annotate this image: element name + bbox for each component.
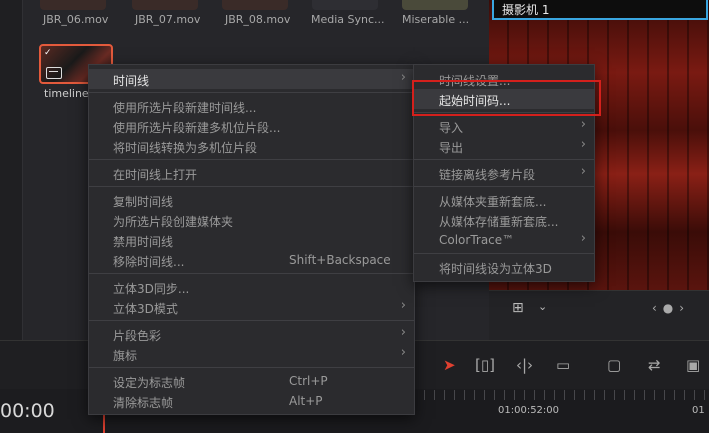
- menu-item-label: 从媒体夹重新套底...: [439, 195, 547, 209]
- menu-separator: [414, 159, 594, 160]
- menu-separator: [89, 367, 414, 368]
- menu-item-open-in-timeline[interactable]: 在时间线上打开: [89, 163, 414, 183]
- selected-clip-label: timeline: [44, 87, 89, 100]
- chevron-right-icon: ›: [400, 345, 406, 360]
- viewer-title: 摄影机 1: [502, 3, 550, 17]
- selected-check-icon: ✓: [44, 48, 52, 58]
- menu-item-shortcut: Ctrl+P: [289, 374, 328, 388]
- clip-label: Media Sync...: [311, 13, 385, 26]
- timeline-icon: [46, 67, 62, 79]
- chevron-right-icon: ›: [580, 117, 586, 132]
- menu-item-label: 在时间线上打开: [113, 168, 198, 182]
- submenu-item-reconform-from-storage[interactable]: 从媒体存储重新套底...: [414, 210, 594, 230]
- menu-item-stereo-mode[interactable]: 立体3D模式 ›: [89, 297, 414, 317]
- timecode-display: 00:00: [0, 400, 55, 422]
- clip-thumbnail[interactable]: [402, 0, 468, 10]
- submenu-item-reconform-from-bins[interactable]: 从媒体夹重新套底...: [414, 190, 594, 210]
- menu-item-set-poster-frame[interactable]: 设定为标志帧 Ctrl+P: [89, 371, 414, 391]
- menu-item-label: 设定为标志帧: [113, 376, 186, 390]
- menu-item-label: 链接离线参考片段: [439, 168, 536, 182]
- menu-item-label: 立体3D模式: [113, 302, 178, 316]
- ruler-label: 01: [692, 405, 705, 416]
- insert-clip-icon[interactable]: ▢: [607, 356, 621, 374]
- menu-separator: [414, 186, 594, 187]
- menu-item-create-bin[interactable]: 为所选片段创建媒体夹: [89, 210, 414, 230]
- replace-clip-icon[interactable]: ▣: [686, 356, 700, 374]
- chevron-right-icon: ›: [400, 298, 406, 313]
- menu-item-label: ColorTrace™: [439, 233, 515, 247]
- menu-item-remove-timeline[interactable]: 移除时间线... Shift+Backspace: [89, 250, 414, 270]
- menu-separator: [414, 253, 594, 254]
- submenu-item-link-offline-reference[interactable]: 链接离线参考片段 ›: [414, 163, 594, 183]
- menu-item-timeline[interactable]: 时间线 ›: [89, 69, 414, 89]
- dynamic-trim-icon[interactable]: ‹|›: [516, 356, 533, 374]
- menu-item-new-multicam[interactable]: 使用所选片段新建多机位片段...: [89, 116, 414, 136]
- menu-item-stereo-sync[interactable]: 立体3D同步...: [89, 277, 414, 297]
- menu-item-label: 将时间线设为立体3D: [439, 262, 552, 276]
- viewer-nav-dots[interactable]: ‹●›: [652, 301, 690, 315]
- clip-thumbnail[interactable]: [132, 0, 198, 10]
- clip-label: JBR_08.mov: [225, 13, 291, 26]
- clip-thumbnail[interactable]: [40, 0, 106, 10]
- trim-edit-icon[interactable]: [▯]: [475, 356, 495, 374]
- menu-item-label: 旗标: [113, 349, 138, 363]
- menu-item-label: 立体3D同步...: [113, 282, 190, 296]
- menu-separator: [89, 92, 414, 93]
- menu-item-convert-multicam[interactable]: 将时间线转换为多机位片段: [89, 136, 414, 156]
- menu-item-new-timeline-from-clips[interactable]: 使用所选片段新建时间线...: [89, 96, 414, 116]
- chevron-right-icon: ›: [400, 325, 406, 340]
- menu-item-clip-color[interactable]: 片段色彩 ›: [89, 324, 414, 344]
- layout-icon[interactable]: ⊞: [512, 300, 530, 316]
- menu-item-label: 片段色彩: [113, 329, 162, 343]
- menu-item-label: 时间线: [113, 74, 150, 88]
- menu-item-label: 导出: [439, 141, 464, 155]
- menu-separator: [89, 273, 414, 274]
- context-menu: 时间线 › 使用所选片段新建时间线... 使用所选片段新建多机位片段... 将时…: [88, 64, 415, 415]
- menu-item-flags[interactable]: 旗标 ›: [89, 344, 414, 364]
- submenu-item-export[interactable]: 导出 ›: [414, 136, 594, 156]
- menu-item-label: 使用所选片段新建时间线...: [113, 101, 257, 115]
- overwrite-clip-icon[interactable]: ⇄: [648, 356, 661, 374]
- clip-label: JBR_07.mov: [135, 13, 201, 26]
- menu-item-duplicate-timeline[interactable]: 复制时间线: [89, 190, 414, 210]
- menu-item-disable-timeline[interactable]: 禁用时间线: [89, 230, 414, 250]
- chevron-right-icon: ›: [580, 231, 586, 246]
- clip-label: Miserable ...: [402, 13, 470, 26]
- menu-separator: [89, 186, 414, 187]
- menu-separator: [89, 320, 414, 321]
- chevron-right-icon: ›: [400, 70, 406, 85]
- chevron-right-icon: ›: [580, 164, 586, 179]
- selection-pointer-icon[interactable]: ➤: [443, 356, 456, 374]
- menu-item-label: 禁用时间线: [113, 235, 174, 249]
- media-pool-sidebar: [0, 0, 23, 340]
- chevron-right-icon: ›: [580, 137, 586, 152]
- menu-item-shortcut: Alt+P: [289, 394, 323, 408]
- menu-item-label: 将时间线转换为多机位片段: [113, 141, 258, 155]
- menu-item-shortcut: Shift+Backspace: [289, 253, 391, 267]
- submenu-item-colortrace[interactable]: ColorTrace™ ›: [414, 230, 594, 250]
- menu-item-label: 从媒体存储重新套底...: [439, 215, 559, 229]
- clip-thumbnail[interactable]: [222, 0, 288, 10]
- highlight-annotation-box: [412, 80, 601, 116]
- submenu-item-set-stereo-3d[interactable]: 将时间线设为立体3D: [414, 257, 594, 277]
- blade-icon[interactable]: ▭: [556, 356, 570, 374]
- clip-thumbnail[interactable]: [312, 0, 378, 10]
- menu-item-label: 复制时间线: [113, 195, 174, 209]
- clip-label: JBR_06.mov: [43, 13, 109, 26]
- menu-separator: [89, 159, 414, 160]
- menu-item-label: 使用所选片段新建多机位片段...: [113, 121, 281, 135]
- ruler-label: 01:00:52:00: [498, 405, 560, 416]
- menu-item-label: 导入: [439, 121, 464, 135]
- submenu-item-import[interactable]: 导入 ›: [414, 116, 594, 136]
- menu-item-label: 清除标志帧: [113, 396, 174, 410]
- menu-item-label: 为所选片段创建媒体夹: [113, 215, 234, 229]
- menu-item-label: 移除时间线...: [113, 255, 185, 269]
- chevron-down-icon[interactable]: ⌄: [538, 300, 547, 313]
- menu-item-clear-poster-frame[interactable]: 清除标志帧 Alt+P: [89, 391, 414, 411]
